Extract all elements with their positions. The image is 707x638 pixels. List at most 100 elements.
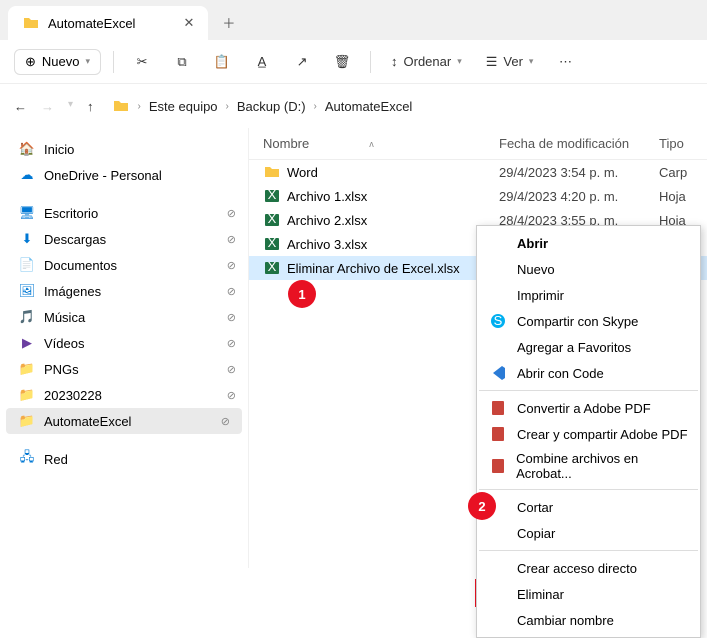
pdf-icon bbox=[489, 457, 506, 475]
cm-label: Copiar bbox=[517, 526, 555, 541]
pin-icon[interactable]: ⊘ bbox=[221, 415, 230, 428]
crumb-2[interactable]: AutomateExcel bbox=[325, 99, 412, 114]
sidebar-icon: 🎵 bbox=[18, 308, 36, 326]
col-date[interactable]: Fecha de modificación bbox=[499, 136, 659, 151]
pin-icon[interactable]: ⊘ bbox=[227, 337, 236, 350]
file-name: Word bbox=[287, 165, 318, 180]
cut-button[interactable]: ✂ bbox=[126, 46, 158, 78]
cm-imprimir[interactable]: Imprimir bbox=[477, 282, 700, 308]
up-button[interactable]: ↑ bbox=[87, 99, 94, 114]
sort-asc-icon: ʌ bbox=[369, 139, 374, 149]
cm-eliminar[interactable]: Eliminar bbox=[477, 581, 700, 607]
view-button[interactable]: ☰ Ver ▾ bbox=[478, 50, 542, 74]
cm-combine-archivos-en-acrobat-[interactable]: Combine archivos en Acrobat... bbox=[477, 447, 700, 485]
col-name[interactable]: Nombre ʌ bbox=[249, 136, 499, 151]
pin-icon[interactable]: ⊘ bbox=[227, 233, 236, 246]
copy-button[interactable]: ⧉ bbox=[166, 46, 198, 78]
sidebar-item-imágenes[interactable]: 🖼Imágenes⊘ bbox=[0, 278, 248, 304]
sidebar-icon: ⬇ bbox=[18, 230, 36, 248]
svg-text:X: X bbox=[268, 212, 277, 226]
file-name: Archivo 1.xlsx bbox=[287, 189, 367, 204]
cm-label: Abrir con Code bbox=[517, 366, 604, 381]
new-button[interactable]: ⊕ Nuevo ▾ bbox=[14, 49, 101, 75]
pin-icon[interactable]: ⊘ bbox=[227, 285, 236, 298]
sidebar-item-vídeos[interactable]: ▶Vídeos⊘ bbox=[0, 330, 248, 356]
cm-abrir[interactable]: Abrir bbox=[477, 230, 700, 256]
sidebar-item-documentos[interactable]: 📄Documentos⊘ bbox=[0, 252, 248, 278]
cm-label: Abrir bbox=[517, 236, 548, 251]
chevron-right-icon[interactable]: › bbox=[138, 101, 141, 112]
sidebar-item-pngs[interactable]: 📁PNGs⊘ bbox=[0, 356, 248, 382]
chevron-right-icon[interactable]: › bbox=[226, 101, 229, 112]
cm-cortar[interactable]: Cortar bbox=[477, 494, 700, 520]
sidebar-item-label: Vídeos bbox=[44, 336, 84, 351]
table-row[interactable]: Word 29/4/2023 3:54 p. m.Carp bbox=[249, 160, 707, 184]
new-tab-button[interactable]: ＋ bbox=[208, 5, 249, 40]
view-label: Ver bbox=[503, 54, 523, 69]
pin-icon[interactable]: ⊘ bbox=[227, 389, 236, 402]
share-button[interactable]: ↗ bbox=[286, 46, 318, 78]
tab-title: AutomateExcel bbox=[48, 16, 135, 31]
cm-crear-acceso-directo[interactable]: Crear acceso directo bbox=[477, 555, 700, 581]
cm-compartir-con-skype[interactable]: S Compartir con Skype bbox=[477, 308, 700, 334]
sidebar-item-automateexcel[interactable]: 📁AutomateExcel⊘ bbox=[6, 408, 242, 434]
cm-nuevo[interactable]: Nuevo bbox=[477, 256, 700, 282]
sidebar-item-label: 20230228 bbox=[44, 388, 102, 403]
cm-label: Compartir con Skype bbox=[517, 314, 638, 329]
sidebar-onedrive[interactable]: ☁ OneDrive - Personal bbox=[0, 162, 248, 188]
sidebar-home-label: Inicio bbox=[44, 142, 74, 157]
file-name: Eliminar Archivo de Excel.xlsx bbox=[287, 261, 460, 276]
blank-icon bbox=[489, 585, 507, 603]
chevron-right-icon[interactable]: › bbox=[314, 101, 317, 112]
cm-label: Eliminar bbox=[517, 587, 564, 602]
sidebar-item-label: Documentos bbox=[44, 258, 117, 273]
table-row[interactable]: XArchivo 1.xlsx29/4/2023 4:20 p. m.Hoja bbox=[249, 184, 707, 208]
network-icon: 🖧 bbox=[18, 450, 36, 468]
cm-label: Cambiar nombre bbox=[517, 613, 614, 628]
column-headers: Nombre ʌ Fecha de modificación Tipo bbox=[249, 128, 707, 160]
nav-row: ← → ▾ ↑ › Este equipo › Backup (D:) › Au… bbox=[0, 84, 707, 128]
tab[interactable]: AutomateExcel ✕ bbox=[8, 6, 208, 40]
cm-agregar-a-favoritos[interactable]: Agregar a Favoritos bbox=[477, 334, 700, 360]
home-icon: 🏠 bbox=[18, 140, 36, 158]
cm-abrir-con-code[interactable]: Abrir con Code bbox=[477, 360, 700, 386]
sidebar-item-escritorio[interactable]: 🖥Escritorio⊘ bbox=[0, 200, 248, 226]
pin-icon[interactable]: ⊘ bbox=[227, 207, 236, 220]
crumb-1[interactable]: Backup (D:) bbox=[237, 99, 306, 114]
close-icon[interactable]: ✕ bbox=[183, 15, 194, 31]
back-button[interactable]: ← bbox=[14, 99, 27, 114]
cm-label: Agregar a Favoritos bbox=[517, 340, 631, 355]
sidebar-item-música[interactable]: 🎵 Música ⊘ bbox=[0, 304, 248, 330]
xlsx-icon: X bbox=[263, 187, 281, 205]
cm-copiar[interactable]: Copiar bbox=[477, 520, 700, 546]
sidebar-item-20230228[interactable]: 📁20230228⊘ bbox=[0, 382, 248, 408]
folder-icon bbox=[22, 14, 40, 32]
sidebar-home[interactable]: 🏠 Inicio bbox=[0, 136, 248, 162]
skype-icon: S bbox=[489, 312, 507, 330]
paste-button[interactable]: 📋 bbox=[206, 46, 238, 78]
sidebar-network[interactable]: 🖧 Red bbox=[0, 446, 248, 472]
cm-crear-y-compartir-adobe-pdf[interactable]: Crear y compartir Adobe PDF bbox=[477, 421, 700, 447]
file-date: 29/4/2023 3:54 p. m. bbox=[499, 165, 659, 180]
cm-label: Crear acceso directo bbox=[517, 561, 637, 576]
sidebar-network-label: Red bbox=[44, 452, 68, 467]
pin-icon[interactable]: ⊘ bbox=[227, 259, 236, 272]
cm-convertir-a-adobe-pdf[interactable]: Convertir a Adobe PDF bbox=[477, 395, 700, 421]
more-button[interactable]: ⋯ bbox=[549, 46, 581, 78]
sidebar-item-label: Música bbox=[44, 310, 85, 325]
sidebar-item-label: Descargas bbox=[44, 232, 106, 247]
delete-button[interactable]: 🗑 bbox=[326, 46, 358, 78]
pin-icon[interactable]: ⊘ bbox=[227, 311, 236, 324]
rename-button[interactable]: A̲ bbox=[246, 46, 278, 78]
recent-dropdown[interactable]: ▾ bbox=[68, 99, 73, 114]
sidebar-item-descargas[interactable]: ⬇ Descargas ⊘ bbox=[0, 226, 248, 252]
file-type: Carp bbox=[659, 165, 707, 180]
crumb-0[interactable]: Este equipo bbox=[149, 99, 218, 114]
sort-button[interactable]: ↕ Ordenar ▾ bbox=[383, 50, 470, 73]
pin-icon[interactable]: ⊘ bbox=[227, 363, 236, 376]
col-type[interactable]: Tipo bbox=[659, 136, 707, 151]
pdf-icon bbox=[489, 425, 507, 443]
sort-icon: ↕ bbox=[391, 54, 398, 69]
file-name: Archivo 2.xlsx bbox=[287, 213, 367, 228]
cm-cambiar-nombre[interactable]: Cambiar nombre bbox=[477, 607, 700, 633]
